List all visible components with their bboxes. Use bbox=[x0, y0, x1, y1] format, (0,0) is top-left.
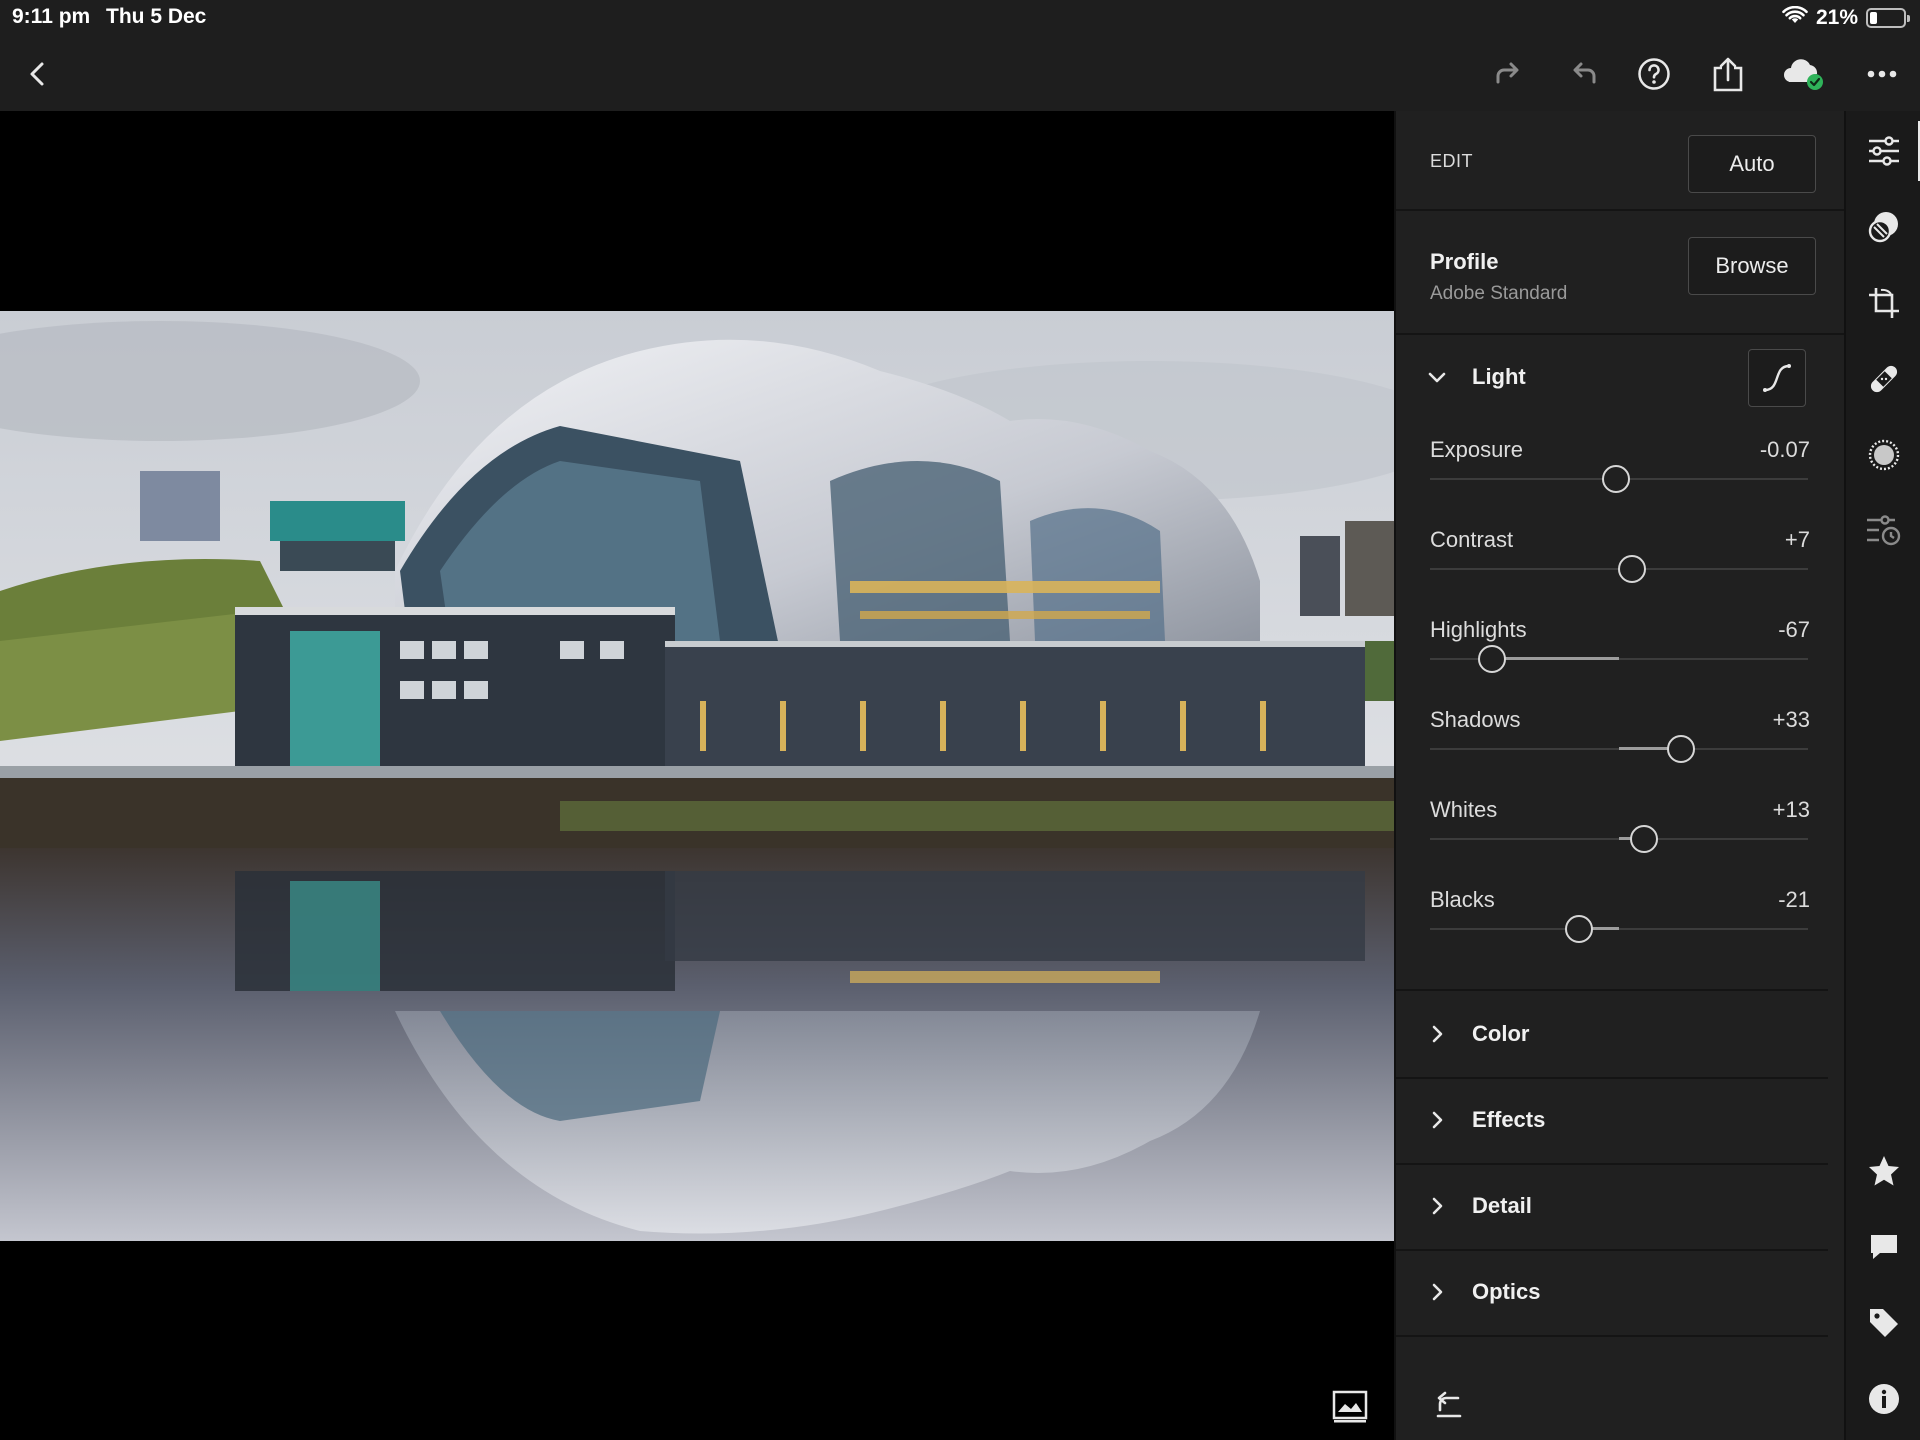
color-section[interactable]: Color bbox=[1396, 991, 1846, 1077]
masking-icon[interactable] bbox=[1860, 431, 1908, 479]
tag-icon[interactable] bbox=[1860, 1299, 1908, 1347]
slider-value[interactable]: +33 bbox=[1773, 707, 1810, 733]
browse-button[interactable]: Browse bbox=[1688, 237, 1816, 295]
slider-label: Exposure bbox=[1430, 437, 1523, 462]
profile-row: Profile Adobe Standard Browse bbox=[1396, 211, 1846, 335]
edit-label: EDIT bbox=[1430, 151, 1474, 171]
slider-label: Whites bbox=[1430, 797, 1498, 822]
battery-level bbox=[1870, 12, 1877, 24]
slider-label: Blacks bbox=[1430, 887, 1495, 912]
slider-thumb[interactable] bbox=[1667, 735, 1696, 763]
status-bar: 9:11 pm Thu 5 Dec 21% bbox=[0, 0, 1920, 36]
comment-icon[interactable] bbox=[1860, 1223, 1908, 1271]
help-icon[interactable] bbox=[1630, 50, 1678, 98]
before-after-icon[interactable] bbox=[1330, 1386, 1370, 1426]
slider-fill bbox=[1492, 657, 1619, 660]
light-section-header[interactable]: Light bbox=[1396, 337, 1846, 417]
slider-blacks[interactable]: Blacks -21 bbox=[1430, 887, 1810, 957]
slider-exposure[interactable]: Exposure -0.07 bbox=[1430, 437, 1810, 507]
slider-contrast[interactable]: Contrast +7 bbox=[1430, 527, 1810, 597]
photo-canvas[interactable] bbox=[0, 111, 1394, 1440]
optics-section[interactable]: Optics bbox=[1396, 1251, 1846, 1337]
cloud-synced-icon[interactable] bbox=[1780, 50, 1828, 98]
versions-icon[interactable] bbox=[1860, 507, 1908, 555]
chevron-down-icon bbox=[1428, 372, 1446, 383]
edit-panel: EDIT Auto Profile Adobe Standard Browse … bbox=[1394, 111, 1846, 1440]
light-title: Light bbox=[1472, 364, 1526, 389]
redo-icon[interactable] bbox=[1484, 50, 1532, 98]
status-date: Thu 5 Dec bbox=[106, 5, 207, 28]
info-icon[interactable] bbox=[1860, 1375, 1908, 1423]
chevron-right-icon bbox=[1432, 1111, 1443, 1129]
tool-rail bbox=[1844, 111, 1920, 1440]
more-icon[interactable] bbox=[1858, 50, 1906, 98]
effects-section[interactable]: Effects bbox=[1396, 1079, 1846, 1165]
slider-value[interactable]: -67 bbox=[1778, 617, 1810, 643]
detail-section[interactable]: Detail bbox=[1396, 1165, 1846, 1251]
section-divider bbox=[1396, 1335, 1828, 1337]
slider-label: Contrast bbox=[1430, 527, 1514, 552]
slider-value[interactable]: -21 bbox=[1778, 887, 1810, 913]
wifi-icon bbox=[1782, 5, 1808, 31]
auto-button[interactable]: Auto bbox=[1688, 135, 1816, 193]
battery-percent: 21% bbox=[1815, 6, 1858, 29]
tone-curve-button[interactable] bbox=[1748, 349, 1806, 407]
detail-title: Detail bbox=[1472, 1193, 1532, 1218]
slider-value[interactable]: +13 bbox=[1773, 797, 1810, 823]
undo-icon[interactable] bbox=[1560, 50, 1608, 98]
presets-icon[interactable] bbox=[1860, 203, 1908, 251]
slider-label: Highlights bbox=[1430, 617, 1527, 642]
color-title: Color bbox=[1472, 1021, 1530, 1046]
slider-thumb[interactable] bbox=[1565, 915, 1594, 943]
chevron-right-icon bbox=[1432, 1197, 1443, 1215]
chevron-right-icon bbox=[1432, 1025, 1443, 1043]
optics-title: Optics bbox=[1472, 1279, 1541, 1304]
profile-title: Profile bbox=[1430, 249, 1499, 274]
status-time: 9:11 pm bbox=[12, 5, 91, 28]
status-indicators: 21% bbox=[1782, 5, 1910, 31]
healing-icon[interactable] bbox=[1860, 355, 1908, 403]
slider-value[interactable]: -0.07 bbox=[1760, 437, 1810, 463]
slider-shadows[interactable]: Shadows +33 bbox=[1430, 707, 1810, 777]
slider-thumb[interactable] bbox=[1629, 825, 1658, 853]
profile-value: Adobe Standard bbox=[1430, 283, 1568, 304]
reset-icon[interactable] bbox=[1430, 1386, 1468, 1424]
slider-thumb[interactable] bbox=[1602, 465, 1631, 493]
slider-whites[interactable]: Whites +13 bbox=[1430, 797, 1810, 867]
tone-curve-icon bbox=[1763, 364, 1791, 392]
top-toolbar bbox=[0, 36, 1920, 111]
slider-thumb[interactable] bbox=[1478, 645, 1507, 673]
effects-title: Effects bbox=[1472, 1107, 1546, 1132]
slider-track[interactable] bbox=[1430, 928, 1808, 930]
star-icon[interactable] bbox=[1860, 1147, 1908, 1195]
battery-icon bbox=[1866, 8, 1910, 28]
slider-value[interactable]: +7 bbox=[1785, 527, 1810, 553]
share-icon[interactable] bbox=[1704, 50, 1752, 98]
chevron-right-icon bbox=[1432, 1283, 1443, 1301]
back-chevron-icon[interactable] bbox=[14, 50, 62, 98]
edit-header: EDIT Auto bbox=[1396, 111, 1846, 211]
edit-sliders-icon[interactable] bbox=[1860, 127, 1908, 175]
photo[interactable] bbox=[0, 311, 1394, 1241]
slider-highlights[interactable]: Highlights -67 bbox=[1430, 617, 1810, 687]
photo-image bbox=[0, 311, 1394, 1241]
slider-thumb[interactable] bbox=[1618, 555, 1647, 583]
slider-label: Shadows bbox=[1430, 707, 1521, 732]
crop-icon[interactable] bbox=[1860, 279, 1908, 327]
